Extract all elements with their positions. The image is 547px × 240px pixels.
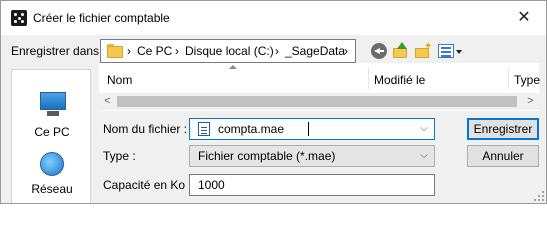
save-button[interactable]: Enregistrer [467, 118, 539, 140]
text-caret [308, 122, 309, 136]
capacity-value[interactable]: 1000 [198, 178, 225, 192]
filename-value[interactable]: compta.mae [218, 122, 284, 136]
type-label: Type : [103, 149, 136, 163]
scroll-left-icon[interactable]: < [99, 93, 116, 110]
folder-icon [107, 43, 123, 59]
chevron-down-icon[interactable]: ⌵ [418, 123, 430, 135]
location-breadcrumb[interactable]: › Ce PC › Disque local (C:) › _SageData … [100, 39, 356, 63]
filename-label: Nom du fichier : [103, 122, 188, 136]
filename-input[interactable]: compta.mae ⌵ [189, 118, 435, 140]
window-title: Créer le fichier comptable [33, 11, 170, 25]
column-header-type[interactable]: Type [514, 73, 540, 87]
capacity-label: Capacité en Ko : [103, 178, 192, 192]
file-type-value: Fichier comptable (*.mae) [198, 149, 336, 163]
breadcrumb-separator[interactable]: › [344, 44, 348, 58]
breadcrumb-sagedata[interactable]: _SageData [285, 44, 345, 58]
file-list[interactable]: Nom Modifié le Type < > [99, 63, 540, 111]
file-type-select[interactable]: Fichier comptable (*.mae) ⌵ [189, 145, 435, 167]
save-dialog: Créer le fichier comptable ✕ Enregistrer… [0, 0, 547, 204]
close-icon[interactable]: ✕ [510, 7, 538, 29]
scroll-right-icon[interactable]: > [522, 93, 539, 110]
breadcrumb-local-disk[interactable]: Disque local (C:) [185, 44, 274, 58]
file-icon [198, 122, 210, 136]
app-icon [11, 10, 27, 26]
breadcrumb-separator[interactable]: › [127, 44, 131, 58]
places-bar: Ce PC Réseau [11, 69, 92, 203]
chevron-down-icon[interactable]: ⌵ [418, 150, 430, 162]
sort-ascending-icon [229, 65, 237, 71]
horizontal-scrollbar[interactable]: < > [99, 93, 539, 110]
back-icon[interactable] [371, 43, 387, 59]
column-divider[interactable] [368, 67, 369, 89]
breadcrumb-this-pc[interactable]: Ce PC [137, 44, 172, 58]
capacity-input[interactable]: 1000 [189, 174, 435, 196]
place-network[interactable]: Réseau [12, 182, 92, 196]
network-icon[interactable] [40, 152, 64, 176]
up-folder-icon[interactable] [392, 42, 410, 60]
place-this-pc[interactable]: Ce PC [12, 125, 92, 139]
breadcrumb-separator[interactable]: › [175, 44, 179, 58]
view-menu-icon[interactable] [438, 42, 464, 60]
column-header-modified[interactable]: Modifié le [374, 73, 425, 87]
new-folder-icon[interactable]: ✦ [414, 42, 432, 60]
column-header-name[interactable]: Nom [107, 73, 132, 87]
resize-grip-icon[interactable] [534, 191, 544, 201]
column-divider[interactable] [508, 67, 509, 89]
breadcrumb-separator[interactable]: › [275, 44, 279, 58]
title-bar: Créer le fichier comptable ✕ [1, 1, 546, 35]
cancel-button[interactable]: Annuler [467, 145, 539, 167]
scrollbar-thumb[interactable] [117, 96, 517, 107]
look-in-label: Enregistrer dans : [11, 44, 106, 58]
pc-icon[interactable] [40, 92, 66, 116]
